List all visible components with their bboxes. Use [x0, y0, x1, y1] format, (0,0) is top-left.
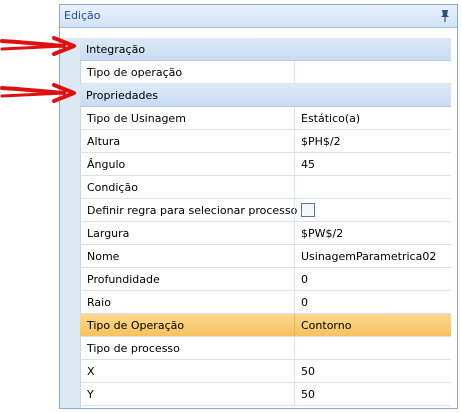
properties-panel: Edição Integração Tipo de operação Proprie…	[59, 4, 458, 409]
property-row[interactable]: X 50	[80, 360, 451, 383]
panel-titlebar: Edição	[60, 5, 457, 28]
property-row[interactable]: Raio 0	[80, 291, 451, 314]
property-value[interactable]: 45	[301, 158, 315, 171]
property-value[interactable]: 0	[301, 273, 308, 286]
property-name: Altura	[87, 135, 121, 148]
property-name: Tipo de processo	[87, 342, 180, 355]
property-value[interactable]: $PH$/2	[301, 135, 341, 148]
property-name: Tipo de Operação	[87, 319, 185, 332]
property-name: X	[87, 365, 95, 378]
property-name: Y	[87, 388, 94, 401]
property-value[interactable]: Contorno	[301, 319, 351, 332]
column-divider[interactable]	[294, 314, 295, 336]
property-row[interactable]: Tipo de Operação Contorno	[80, 314, 451, 337]
red-arrow-icon	[0, 83, 76, 103]
property-row[interactable]: Altura $PH$/2	[80, 130, 451, 153]
column-divider[interactable]	[294, 337, 295, 359]
property-row[interactable]: Tipo de Usinagem Estático(a)	[80, 107, 451, 130]
column-divider[interactable]	[294, 360, 295, 382]
property-value[interactable]: 0	[301, 296, 308, 309]
property-row[interactable]: Nome UsinagemParametrica02	[80, 245, 451, 268]
column-divider[interactable]	[294, 383, 295, 405]
property-checkbox[interactable]	[301, 203, 315, 217]
column-divider[interactable]	[294, 130, 295, 152]
property-row[interactable]: Condição	[80, 176, 451, 199]
panel-title: Edição	[64, 9, 101, 22]
column-divider[interactable]	[294, 153, 295, 175]
property-value[interactable]: $PW$/2	[301, 227, 343, 240]
category-label: Integração	[86, 43, 146, 56]
property-name: Ângulo	[87, 158, 126, 171]
property-row[interactable]: Tipo de processo	[80, 337, 451, 360]
property-name: Condição	[87, 181, 138, 194]
category-row[interactable]: Integração	[80, 38, 451, 61]
property-row[interactable]: Tipo de operação	[80, 61, 451, 84]
category-row[interactable]: Propriedades	[80, 84, 451, 107]
property-grid: Integração Tipo de operação Propriedades Ti…	[60, 38, 457, 408]
property-row[interactable]: Y 50	[80, 383, 451, 406]
property-name: Raio	[87, 296, 111, 309]
property-value[interactable]: 50	[301, 365, 315, 378]
property-name: Nome	[87, 250, 120, 263]
property-row[interactable]: Definir regra para selecionar processo	[80, 199, 451, 222]
property-name: Tipo de operação	[87, 66, 183, 79]
column-divider[interactable]	[294, 176, 295, 198]
property-row[interactable]: Largura $PW$/2	[80, 222, 451, 245]
property-value[interactable]: UsinagemParametrica02	[301, 250, 436, 263]
category-label: Propriedades	[86, 89, 158, 102]
property-row[interactable]: Profundidade 0	[80, 268, 451, 291]
column-divider[interactable]	[294, 222, 295, 244]
column-divider[interactable]	[294, 291, 295, 313]
column-divider[interactable]	[294, 268, 295, 290]
property-row[interactable]: Ângulo 45	[80, 153, 451, 176]
property-value[interactable]: Estático(a)	[301, 112, 360, 125]
property-value[interactable]: 50	[301, 388, 315, 401]
red-arrow-icon	[0, 36, 76, 56]
column-divider[interactable]	[294, 61, 295, 83]
column-divider[interactable]	[294, 199, 295, 221]
property-name: Largura	[87, 227, 130, 240]
property-name: Definir regra para selecionar processo	[87, 204, 298, 217]
property-name: Profundidade	[87, 273, 160, 286]
pin-icon[interactable]	[439, 9, 451, 23]
property-name: Tipo de Usinagem	[87, 112, 186, 125]
column-divider[interactable]	[294, 107, 295, 129]
column-divider[interactable]	[294, 245, 295, 267]
